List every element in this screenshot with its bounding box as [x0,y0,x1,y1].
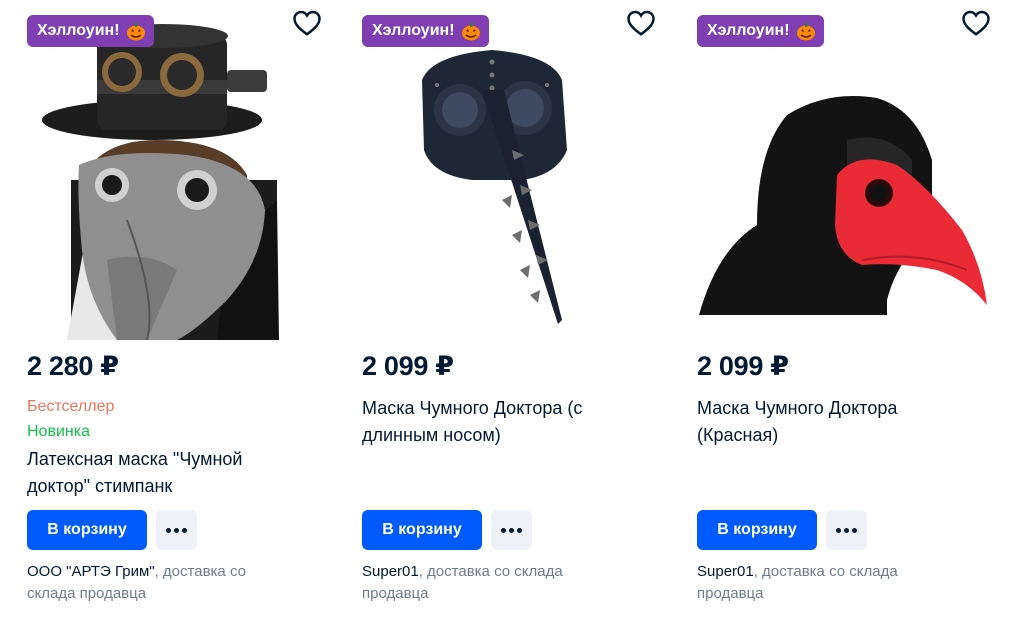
more-options-button[interactable] [826,510,867,550]
product-image[interactable] [27,0,327,340]
bestseller-badge: Бестселлер [27,398,115,415]
product-image[interactable] [697,0,997,340]
product-card[interactable]: Хэллоуин! 2 099 ₽ Маска Чумного Доктора … [362,0,672,617]
favorite-button[interactable] [290,6,324,40]
promo-badge: Хэллоуин! [697,15,824,47]
product-title[interactable]: Маска Чумного Доктора (Красная) [697,395,972,449]
product-card[interactable]: Хэллоуин! 2 280 ₽ Бестселлер Новинка Лат… [27,0,337,617]
heart-outline-icon [627,10,655,36]
more-dots-icon [844,527,849,533]
add-to-cart-button[interactable]: В корзину [362,510,482,550]
add-to-cart-button[interactable]: В корзину [697,510,817,550]
promo-badge: Хэллоуин! [27,15,154,47]
seller-info: ООО "АРТЭ Грим", доставка со склада прод… [27,561,287,605]
favorite-button[interactable] [624,6,658,40]
more-dots-icon [852,527,857,533]
heart-outline-icon [962,10,990,36]
pumpkin-icon [126,23,145,41]
more-dots-icon [166,527,171,533]
pumpkin-icon [461,23,480,41]
product-card[interactable]: Хэллоуин! 2 099 ₽ Маска Чумного Доктора … [697,0,1007,617]
pumpkin-icon [796,23,815,41]
seller-name[interactable]: Super01 [362,563,419,580]
new-badge: Новинка [27,423,90,440]
product-image[interactable] [362,0,662,340]
more-dots-icon [836,527,841,533]
product-price: 2 280 ₽ [27,351,119,381]
product-price: 2 099 ₽ [362,351,454,381]
promo-label: Хэллоуин! [372,22,455,39]
more-dots-icon [174,527,179,533]
more-dots-icon [501,527,506,533]
more-dots-icon [509,527,514,533]
seller-info: Super01, доставка со склада продавца [697,561,957,605]
product-price: 2 099 ₽ [697,351,789,381]
promo-label: Хэллоуин! [707,22,790,39]
more-dots-icon [182,527,187,533]
seller-name[interactable]: Super01 [697,563,754,580]
promo-label: Хэллоуин! [37,22,120,39]
product-title[interactable]: Латексная маска "Чумной доктор" стимпанк [27,446,302,500]
product-title[interactable]: Маска Чумного Доктора (с длинным носом) [362,395,637,449]
promo-badge: Хэллоуин! [362,15,489,47]
more-dots-icon [517,527,522,533]
more-options-button[interactable] [156,510,197,550]
heart-outline-icon [293,10,321,36]
seller-name[interactable]: ООО "АРТЭ Грим" [27,563,155,580]
more-options-button[interactable] [491,510,532,550]
favorite-button[interactable] [959,6,993,40]
add-to-cart-button[interactable]: В корзину [27,510,147,550]
seller-info: Super01, доставка со склада продавца [362,561,622,605]
